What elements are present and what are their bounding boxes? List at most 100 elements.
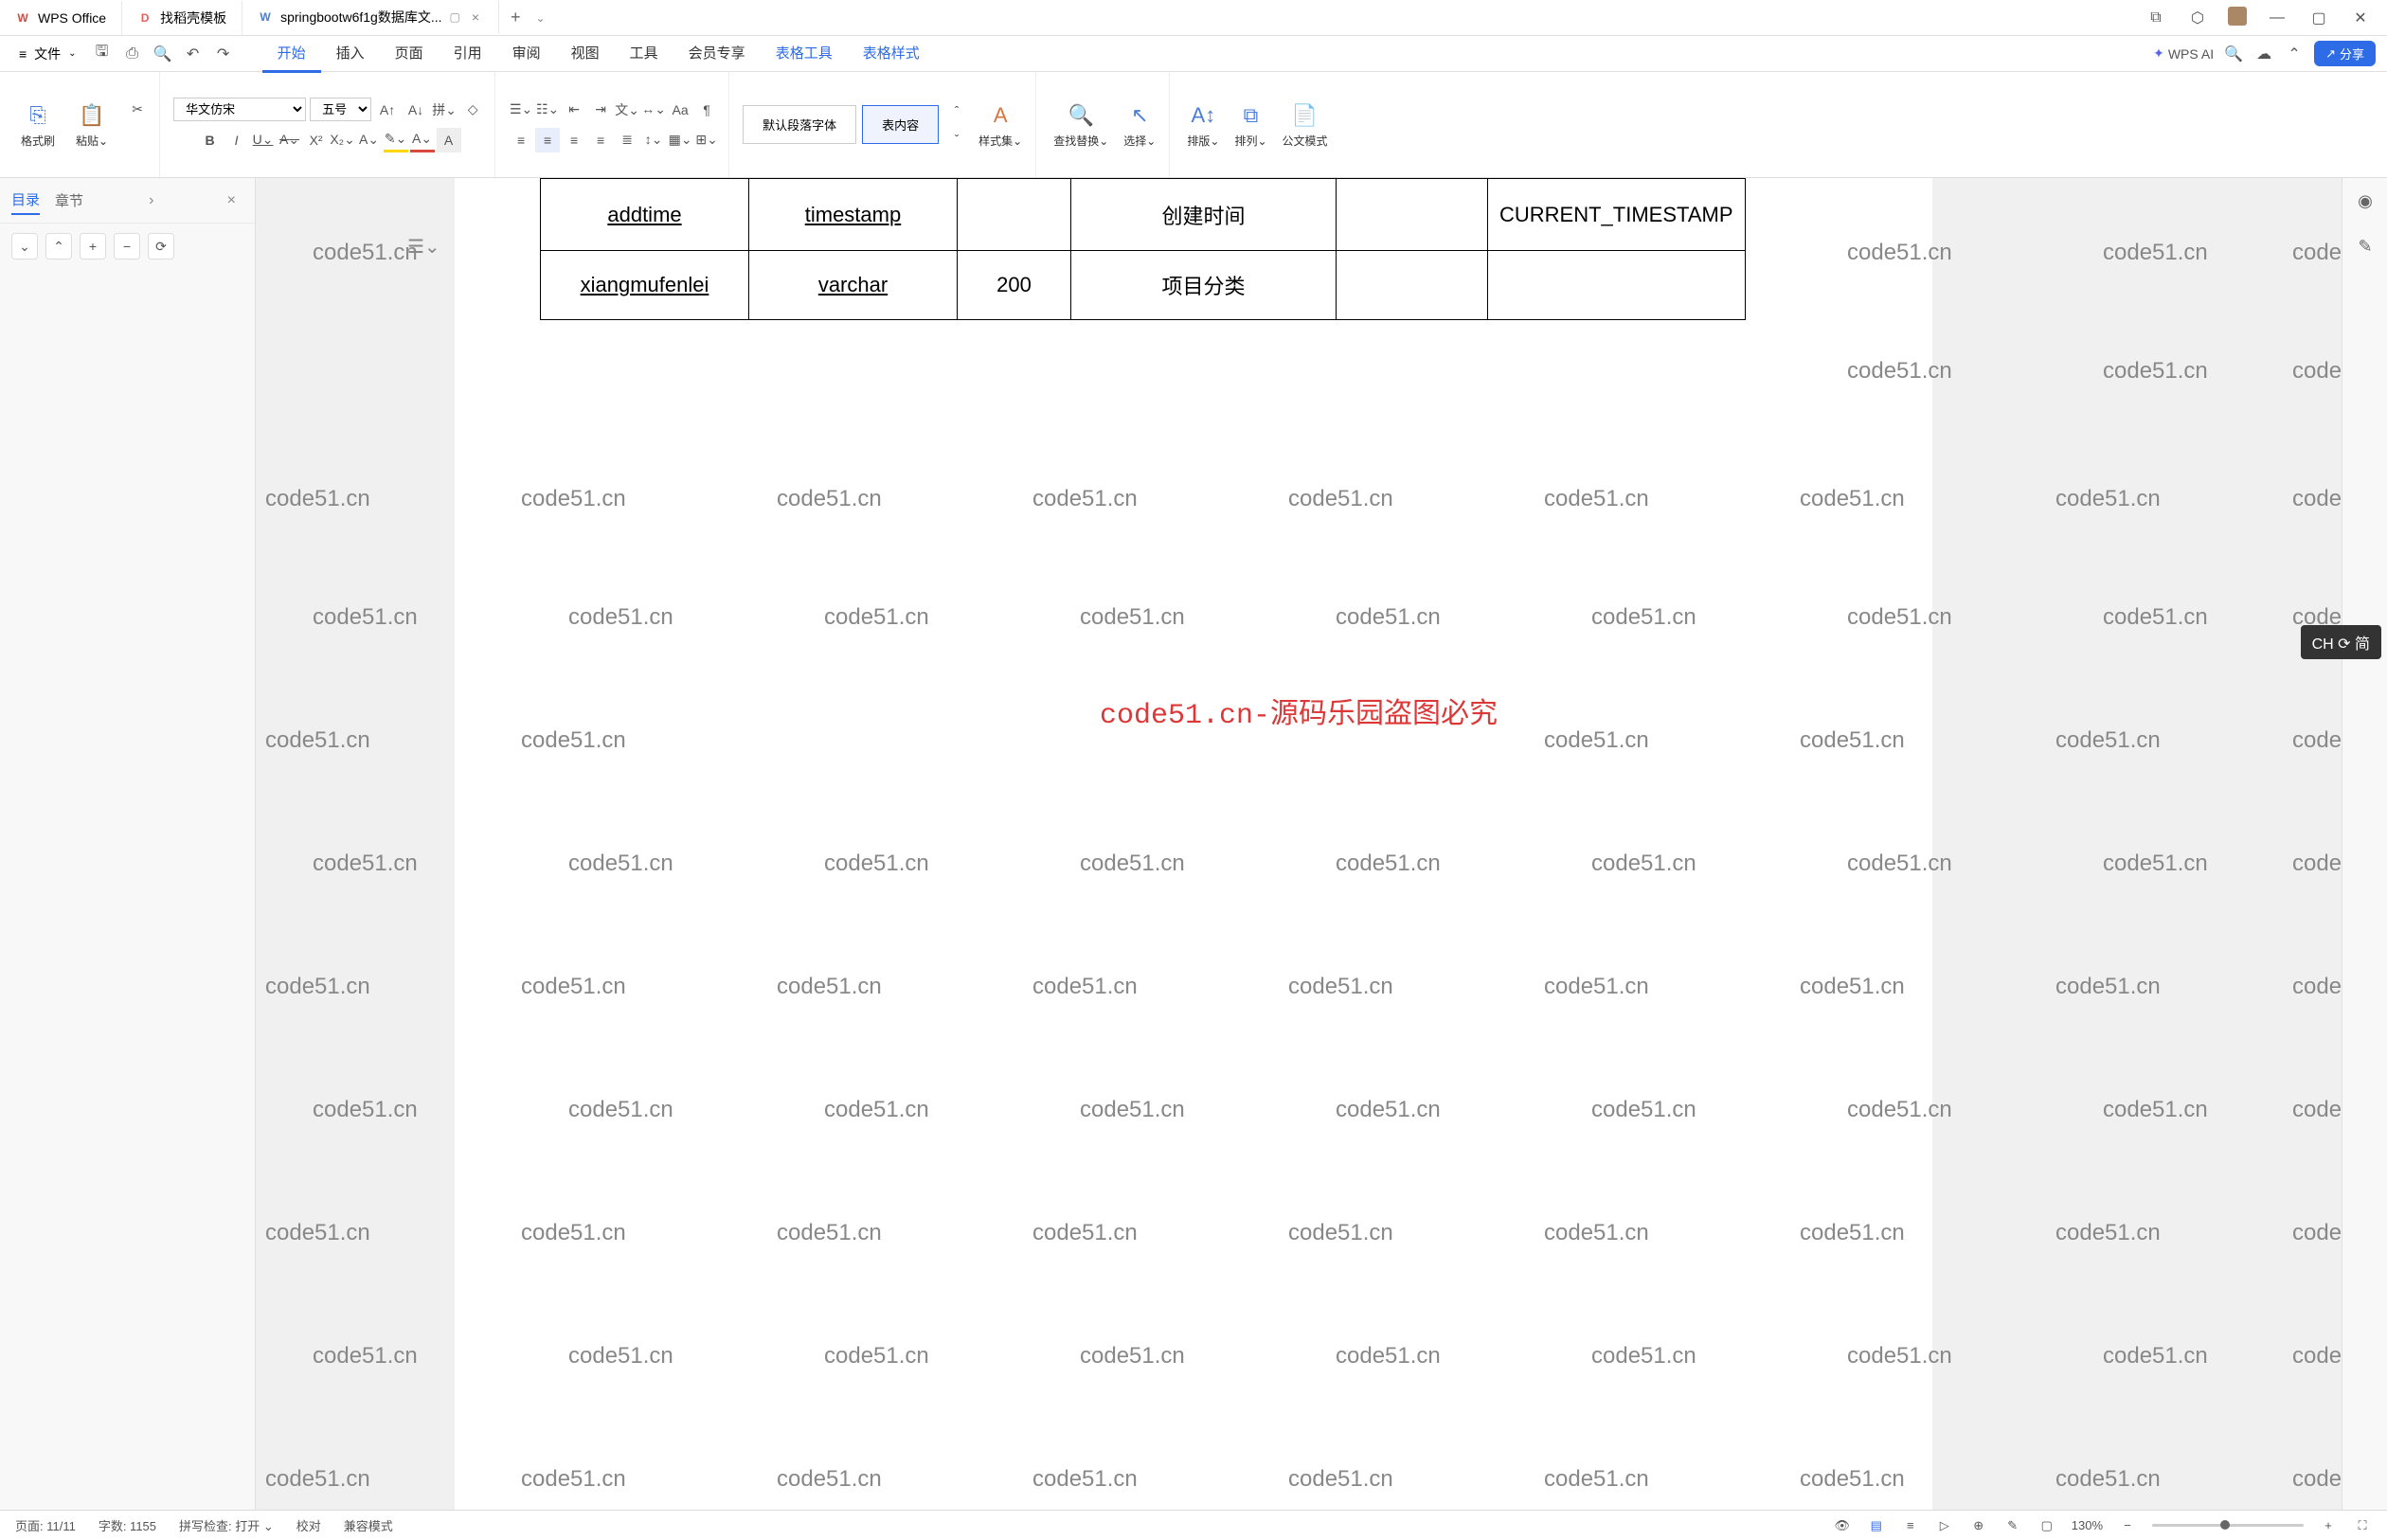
- style-scroll-down-icon[interactable]: ˇ: [944, 127, 969, 152]
- bold-icon[interactable]: B: [198, 128, 223, 152]
- menu-view[interactable]: 视图: [556, 35, 615, 73]
- tab-current-document[interactable]: W springbootw6f1g数据库文... ▢ ×: [242, 1, 499, 35]
- outline-view-icon[interactable]: ≡: [1901, 1516, 1920, 1535]
- tab-wps-office[interactable]: W WPS Office: [0, 1, 122, 35]
- table-row[interactable]: addtime timestamp 创建时间 CURRENT_TIMESTAMP: [541, 179, 1746, 251]
- table-handle-icon[interactable]: ☰⌄: [407, 235, 440, 259]
- avatar-icon[interactable]: [2228, 7, 2247, 26]
- remove-icon[interactable]: −: [114, 233, 140, 260]
- rsb-pin-icon[interactable]: ◉: [2342, 178, 2387, 224]
- tab-docer-templates[interactable]: D 找稻壳模板: [122, 1, 242, 35]
- table-cell[interactable]: xiangmufenlei: [541, 251, 749, 320]
- underline-icon[interactable]: U⌄: [251, 128, 276, 152]
- new-tab-button[interactable]: +: [499, 8, 532, 27]
- page-indicator[interactable]: 页面: 11/11: [15, 1516, 76, 1534]
- wps-ai-button[interactable]: ✦ WPS AI: [2153, 45, 2214, 62]
- select-button[interactable]: ↖ 选择⌄: [1120, 97, 1159, 152]
- eye-icon[interactable]: 👁: [1833, 1516, 1852, 1535]
- table-cell[interactable]: varchar: [749, 251, 958, 320]
- save-icon[interactable]: 🖫: [92, 44, 113, 64]
- shading-icon[interactable]: ▦⌄: [668, 128, 692, 152]
- strikethrough-icon[interactable]: A⌄: [278, 128, 302, 152]
- close-icon[interactable]: ×: [468, 9, 483, 25]
- show-marks-icon[interactable]: ¶: [694, 98, 719, 122]
- align-left-icon[interactable]: ≡: [509, 128, 533, 152]
- distribute-icon[interactable]: ≣: [615, 128, 639, 152]
- menu-references[interactable]: 引用: [439, 35, 497, 73]
- doc-mode-button[interactable]: 📄 公文模式: [1279, 97, 1332, 152]
- sidebar-tab-toc[interactable]: 目录: [11, 186, 40, 215]
- format-painter-button[interactable]: ⎘ 格式刷: [17, 97, 59, 152]
- table-cell[interactable]: addtime: [541, 179, 749, 251]
- expand-down-icon[interactable]: ⌄: [11, 233, 38, 260]
- search-icon[interactable]: 🔍: [2223, 44, 2244, 64]
- tab-menu-dropdown[interactable]: ⌄: [536, 11, 546, 25]
- add-icon[interactable]: +: [80, 233, 106, 260]
- zoom-level[interactable]: 130%: [2072, 1518, 2103, 1532]
- table-cell[interactable]: [1337, 251, 1488, 320]
- collapse-up-icon[interactable]: ⌃: [45, 233, 72, 260]
- print-icon[interactable]: ⎙: [122, 44, 143, 64]
- bullet-list-icon[interactable]: ☰⌄: [509, 98, 533, 122]
- zoom-thumb[interactable]: [2220, 1520, 2230, 1530]
- web-layout-icon[interactable]: ⊕: [1969, 1516, 1988, 1535]
- spell-check-status[interactable]: 拼写检查: 打开 ⌄: [179, 1516, 274, 1534]
- style-set-button[interactable]: A 样式集⌄: [975, 97, 1026, 152]
- file-menu[interactable]: ≡ 文件 ⌄: [11, 41, 84, 67]
- sidebar-tab-chapter[interactable]: 章节: [55, 187, 83, 214]
- borders-icon[interactable]: ⊞⌄: [694, 128, 719, 152]
- asian-layout-icon[interactable]: Aa: [668, 98, 692, 122]
- zoom-out-icon[interactable]: −: [2118, 1516, 2137, 1535]
- menu-member[interactable]: 会员专享: [673, 35, 761, 73]
- arrange-button[interactable]: A↕ 排版⌄: [1183, 97, 1223, 152]
- menu-insert[interactable]: 插入: [321, 35, 380, 73]
- table-cell[interactable]: 项目分类: [1071, 251, 1337, 320]
- decrease-font-icon[interactable]: A↓: [404, 98, 428, 122]
- menu-tools[interactable]: 工具: [615, 35, 673, 73]
- clear-format-icon[interactable]: ◇: [460, 98, 485, 122]
- number-list-icon[interactable]: ☷⌄: [535, 98, 560, 122]
- window-restore-icon[interactable]: ⧉: [2145, 7, 2167, 29]
- menu-review[interactable]: 审阅: [497, 35, 556, 73]
- ime-indicator[interactable]: CH ⟳ 简: [2301, 625, 2381, 659]
- find-replace-button[interactable]: 🔍 查找替换⌄: [1050, 97, 1112, 152]
- paste-button[interactable]: 📋 粘贴⌄: [72, 97, 112, 152]
- align-justify-icon[interactable]: ≡: [588, 128, 613, 152]
- increase-font-icon[interactable]: A↑: [375, 98, 400, 122]
- menu-table-tools[interactable]: 表格工具: [761, 35, 848, 73]
- table-row[interactable]: xiangmufenlei varchar 200 项目分类: [541, 251, 1746, 320]
- text-effects-icon[interactable]: A⌄: [357, 128, 382, 152]
- document-table[interactable]: addtime timestamp 创建时间 CURRENT_TIMESTAMP…: [540, 178, 1746, 320]
- highlight-icon[interactable]: ✎⌄: [384, 128, 408, 152]
- char-scale-icon[interactable]: ↔⌄: [641, 98, 666, 122]
- align-right-icon[interactable]: ≡: [562, 128, 586, 152]
- sort-button[interactable]: ⧉ 排列⌄: [1230, 97, 1270, 152]
- focus-icon[interactable]: ▢: [2037, 1516, 2056, 1535]
- menu-table-styles[interactable]: 表格样式: [848, 35, 935, 73]
- subscript-icon[interactable]: X₂⌄: [331, 128, 355, 152]
- char-shading-icon[interactable]: A: [437, 128, 461, 152]
- style-table-content[interactable]: 表内容: [862, 105, 939, 144]
- font-family-select[interactable]: 华文仿宋: [173, 98, 306, 121]
- cube-icon[interactable]: ⬡: [2186, 7, 2209, 29]
- zoom-slider[interactable]: [2152, 1524, 2304, 1527]
- close-sidebar-icon[interactable]: ×: [220, 192, 243, 209]
- font-size-select[interactable]: 五号: [310, 98, 371, 121]
- chevron-right-icon[interactable]: ›: [149, 192, 153, 209]
- style-default-paragraph[interactable]: 默认段落字体: [743, 105, 856, 144]
- read-mode-icon[interactable]: ▷: [1935, 1516, 1954, 1535]
- compat-mode-status[interactable]: 兼容模式: [344, 1516, 393, 1534]
- increase-indent-icon[interactable]: ⇥: [588, 98, 613, 122]
- rsb-tools-icon[interactable]: ✎: [2342, 224, 2387, 269]
- redo-icon[interactable]: ↷: [213, 44, 234, 64]
- table-cell[interactable]: 200: [958, 251, 1071, 320]
- align-center-icon[interactable]: ≡: [535, 128, 560, 152]
- close-window-icon[interactable]: ✕: [2349, 7, 2372, 29]
- share-button[interactable]: ↗ 分享: [2314, 41, 2376, 66]
- table-cell[interactable]: [958, 179, 1071, 251]
- table-cell[interactable]: timestamp: [749, 179, 958, 251]
- fullscreen-icon[interactable]: ⛶: [2353, 1516, 2372, 1535]
- line-spacing-icon[interactable]: ↕⌄: [641, 128, 666, 152]
- document-area[interactable]: code51.cn code51.cn code51.cn code51.cn …: [256, 178, 2342, 1510]
- table-cell[interactable]: CURRENT_TIMESTAMP: [1488, 179, 1746, 251]
